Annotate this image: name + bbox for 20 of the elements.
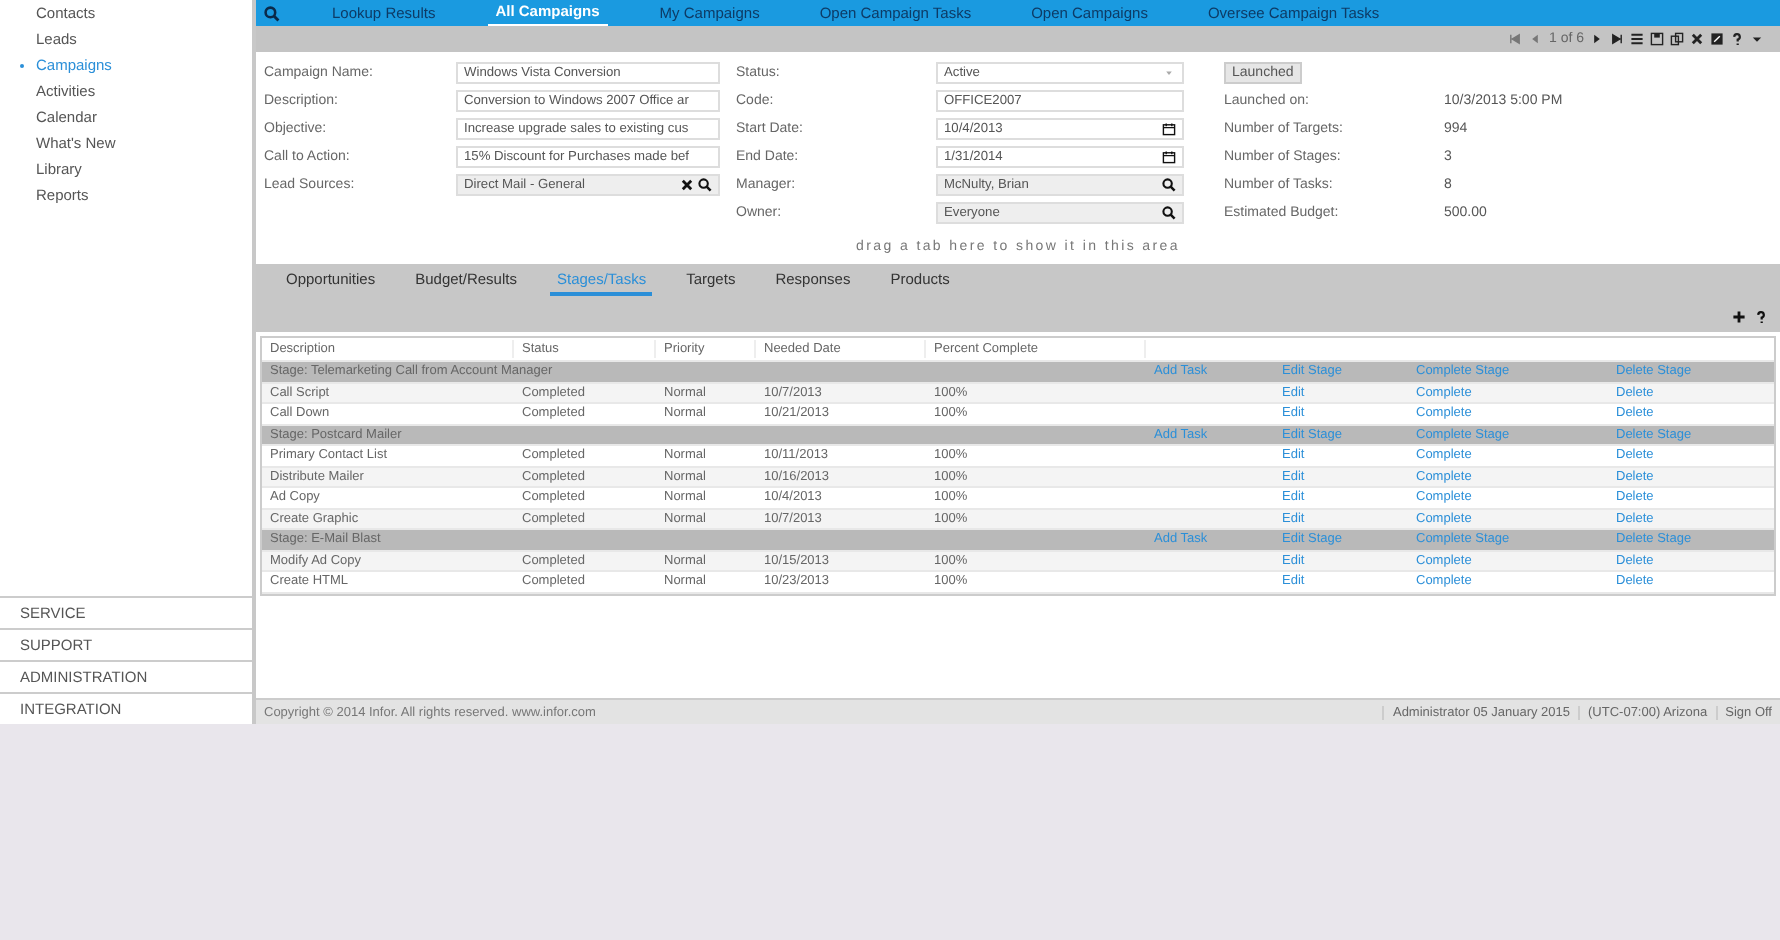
first-page-icon[interactable] xyxy=(1508,32,1523,46)
help-icon[interactable] xyxy=(1730,32,1744,46)
add-icon[interactable] xyxy=(1732,310,1746,324)
calendar-icon[interactable] xyxy=(1162,122,1176,136)
last-page-icon[interactable] xyxy=(1610,32,1624,46)
list-icon[interactable] xyxy=(1630,32,1644,46)
caret-icon xyxy=(1162,66,1176,80)
search-icon[interactable] xyxy=(1162,206,1176,220)
edit-icon[interactable] xyxy=(1710,32,1724,46)
previous-icon[interactable] xyxy=(1528,32,1543,46)
search-icon[interactable] xyxy=(1162,178,1176,192)
calendar-icon[interactable] xyxy=(1162,150,1176,164)
close-icon[interactable] xyxy=(1690,32,1704,46)
search-icon[interactable] xyxy=(698,178,712,192)
copy-icon[interactable] xyxy=(1670,32,1684,46)
save-icon[interactable] xyxy=(1650,32,1664,46)
help-icon[interactable] xyxy=(1754,310,1768,324)
next-icon[interactable] xyxy=(1590,32,1604,46)
caret-icon[interactable] xyxy=(1750,32,1764,46)
clear-icon[interactable] xyxy=(680,178,694,192)
